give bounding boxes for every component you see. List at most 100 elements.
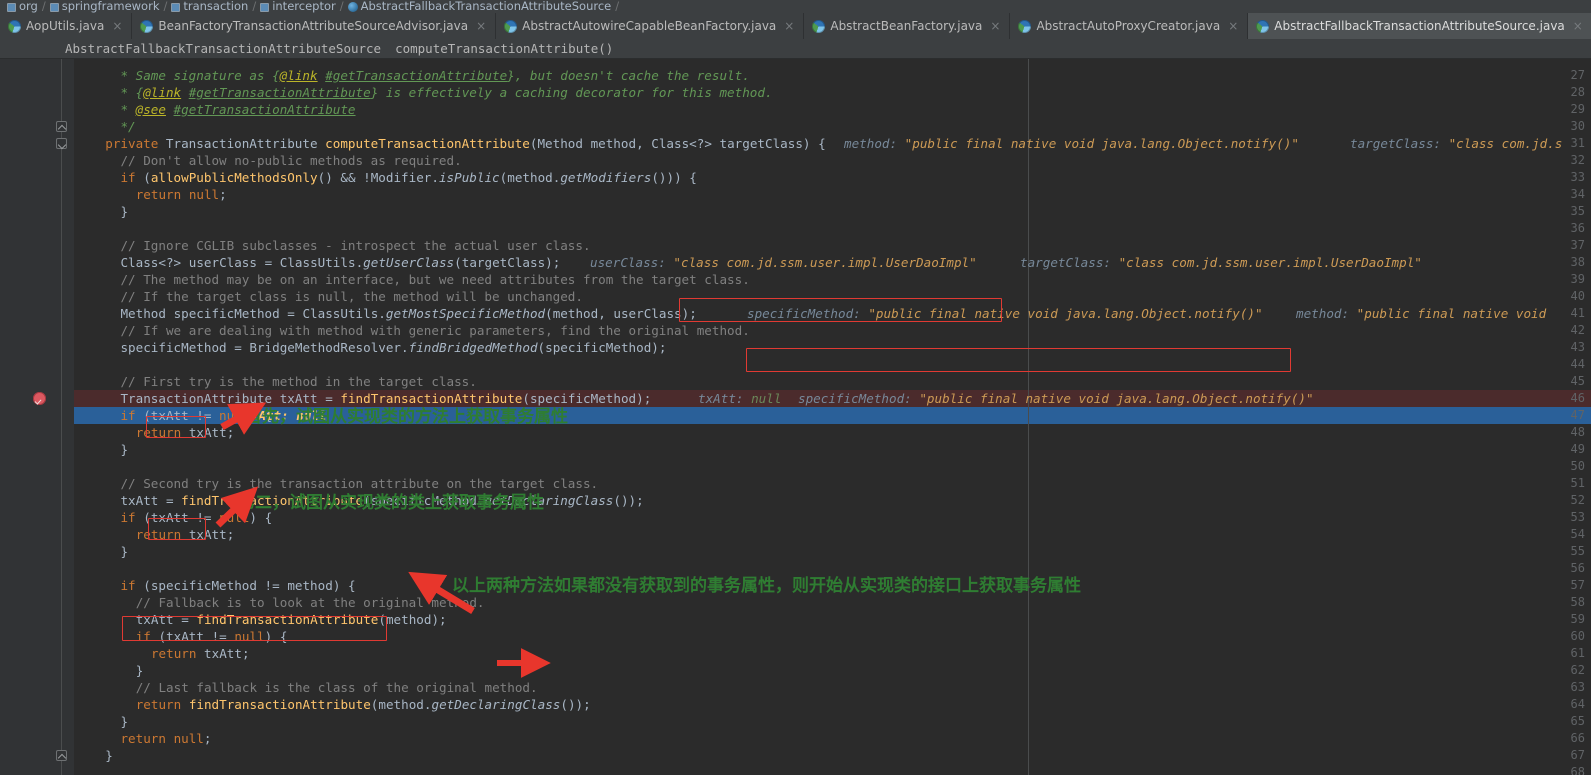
breadcrumb-item-label: transaction xyxy=(183,0,249,13)
java-class-icon xyxy=(812,19,826,33)
close-icon[interactable]: × xyxy=(112,19,122,33)
code-line-61[interactable]: return txAtt; xyxy=(151,645,250,662)
breadcrumb[interactable]: org / springframework / transaction / intercep… xyxy=(0,0,1591,13)
code-line-66[interactable]: return null; xyxy=(120,730,211,747)
code-line-45[interactable]: // First try is the method in the target… xyxy=(120,373,476,390)
debug-inlay-hint: targetClass: "class com.jd.ssm.user.impl… xyxy=(1020,255,1422,270)
code-line-57[interactable]: if (specificMethod != method) { xyxy=(120,577,355,594)
editor-tab-label: AbstractAutowireCapableBeanFactory.java xyxy=(522,19,777,33)
debug-inlay-hint: txAtt: null xyxy=(698,391,782,406)
code-line-29[interactable]: * @see #getTransactionAttribute xyxy=(113,101,355,118)
fold-up-icon[interactable] xyxy=(56,121,67,132)
sticky-structure-header: AbstractFallbackTransactionAttributeSour… xyxy=(0,39,1591,59)
java-class-icon xyxy=(140,19,154,33)
debug-inlay-hint: targetClass: "class com.jd.s xyxy=(1350,136,1563,151)
close-icon[interactable]: × xyxy=(1573,19,1583,33)
code-line-43[interactable]: specificMethod = BridgeMethodResolver.fi… xyxy=(120,339,666,356)
fold-down-icon[interactable] xyxy=(56,138,67,149)
breadcrumb-item-abstractfallbacktransactionattributesource[interactable]: AbstractFallbackTransactionAttributeSour… xyxy=(345,0,615,13)
code-line-60[interactable]: if (txAtt != null) { xyxy=(136,628,288,645)
code-line-49[interactable]: } xyxy=(120,441,128,458)
code-line-67[interactable]: } xyxy=(105,747,113,764)
code-line-33[interactable]: if (allowPublicMethodsOnly() && !Modifie… xyxy=(120,169,696,186)
code-line-34[interactable]: return null; xyxy=(136,186,227,203)
package-icon xyxy=(7,2,16,12)
code-line-54[interactable]: return txAtt; xyxy=(136,526,235,543)
code-line-48[interactable]: return txAtt; xyxy=(136,424,235,441)
breadcrumb-separator: / xyxy=(339,0,344,13)
breadcrumb-item-label: springframework xyxy=(61,0,160,13)
java-class-icon xyxy=(1256,19,1270,33)
code-line-27[interactable]: * Same signature as {@link #getTransacti… xyxy=(113,67,749,84)
java-class-icon xyxy=(8,19,21,33)
java-class-icon xyxy=(504,19,518,33)
fold-strip[interactable] xyxy=(52,59,74,775)
debug-inlay-hint: specificMethod: "public final native voi… xyxy=(798,391,1314,406)
editor-gutter[interactable] xyxy=(0,59,52,775)
editor-tab-5[interactable]: AbstractFallbackTransactionAttributeSour… xyxy=(1248,13,1591,39)
breadcrumb-item-label: AbstractFallbackTransactionAttributeSour… xyxy=(360,0,612,13)
sticky-method-name: computeTransactionAttribute() xyxy=(395,41,614,56)
code-line-62[interactable]: } xyxy=(136,662,144,679)
class-icon xyxy=(347,2,358,12)
package-icon xyxy=(49,2,59,12)
fold-up-icon[interactable] xyxy=(56,750,67,761)
code-line-38[interactable]: Class<?> userClass = ClassUtils.getUserC… xyxy=(120,254,560,271)
debug-inlay-hint: specificMethod: "public final native voi… xyxy=(747,306,1263,321)
close-icon[interactable]: × xyxy=(990,19,1000,33)
breakpoint-icon[interactable] xyxy=(33,392,46,405)
code-editor[interactable]: 27 28 29 30 31 32 33 34 35 36 37 38 39 40 41 42 43 44 45 46… xyxy=(0,59,1591,775)
sticky-class-name-text: AbstractFallbackTransactionAttributeSour… xyxy=(65,41,382,56)
breadcrumb-separator: / xyxy=(615,0,620,13)
code-line-41[interactable]: Method specificMethod = ClassUtils.getMo… xyxy=(120,305,696,322)
editor-tab-4[interactable]: AbstractAutoProxyCreator.java × xyxy=(1010,13,1249,39)
code-line-31[interactable]: private TransactionAttribute computeTran… xyxy=(105,135,825,152)
editor-tab-label: AbstractAutoProxyCreator.java xyxy=(1036,19,1221,33)
code-line-35[interactable]: } xyxy=(120,203,128,220)
editor-tab-label: AbstractFallbackTransactionAttributeSour… xyxy=(1274,19,1565,33)
close-icon[interactable]: × xyxy=(476,19,486,33)
code-line-58[interactable]: // Fallback is to look at the original m… xyxy=(136,594,485,611)
code-line-30[interactable]: */ xyxy=(113,118,135,135)
code-line-55[interactable]: } xyxy=(120,543,128,560)
package-icon xyxy=(260,2,270,12)
debug-inlay-hint: userClass: "class com.jd.ssm.user.impl.U… xyxy=(590,255,977,270)
code-line-37[interactable]: // Ignore CGLIB subclasses - introspect … xyxy=(120,237,590,254)
editor-tab-label: AopUtils.java xyxy=(26,19,105,33)
note-2: 第二，试图从实现类的类上获取事务属性 xyxy=(238,493,544,513)
editor-tab-3[interactable]: AbstractBeanFactory.java × xyxy=(804,13,1011,39)
editor-tab-0[interactable]: AopUtils.java × xyxy=(0,13,133,39)
code-line-28[interactable]: * {@link #getTransactionAttribute} is ef… xyxy=(113,84,772,101)
code-line-64[interactable]: return findTransactionAttribute(method.g… xyxy=(136,696,591,713)
code-line-39[interactable]: // The method may be on an interface, bu… xyxy=(120,271,749,288)
editor-tab-bar[interactable]: AopUtils.java × BeanFactoryTransactionAttr… xyxy=(0,13,1591,39)
note-1: 首先，试图从实现类的方法上获取事务属性 xyxy=(245,407,568,427)
code-line-65[interactable]: } xyxy=(120,713,128,730)
close-icon[interactable]: × xyxy=(1228,19,1238,33)
breadcrumb-separator: / xyxy=(41,0,46,13)
code-line-32[interactable]: // Don't allow no-public methods as requ… xyxy=(120,152,461,169)
breadcrumb-item-interceptor[interactable]: interceptor xyxy=(257,0,339,13)
code-line-42[interactable]: // If we are dealing with method with ge… xyxy=(120,322,749,339)
close-icon[interactable]: × xyxy=(784,19,794,33)
breadcrumb-item-transaction[interactable]: transaction xyxy=(168,0,251,13)
code-line-40[interactable]: // If the target class is null, the meth… xyxy=(120,288,583,305)
editor-tab-label: AbstractBeanFactory.java xyxy=(830,19,983,33)
editor-tab-label: BeanFactoryTransactionAttributeSourceAdv… xyxy=(158,19,469,33)
editor-tab-2[interactable]: AbstractAutowireCapableBeanFactory.java × xyxy=(496,13,805,39)
breadcrumb-item-label: interceptor xyxy=(272,0,336,13)
java-class-icon xyxy=(1018,19,1032,33)
breadcrumb-item-springframework[interactable]: springframework xyxy=(47,0,163,13)
code-line-63[interactable]: // Last fallback is the class of the ori… xyxy=(136,679,538,696)
debug-inlay-hint: method: "public final native void xyxy=(1296,306,1554,321)
editor-tab-1[interactable]: BeanFactoryTransactionAttributeSourceAdv… xyxy=(132,13,497,39)
package-icon xyxy=(171,2,181,12)
breadcrumb-item-org[interactable]: org xyxy=(4,0,41,13)
breadcrumb-separator: / xyxy=(252,0,257,13)
breadcrumb-item-label: org xyxy=(19,0,38,13)
fold-guide-line xyxy=(61,59,62,775)
code-line-59[interactable]: txAtt = findTransactionAttribute(method)… xyxy=(136,611,447,628)
breadcrumb-separator: / xyxy=(163,0,168,13)
debug-inlay-hint: method: "public final native void java.l… xyxy=(844,136,1299,151)
note-3: 以上两种方法如果都没有获取到的事务属性，则开始从实现类的接口上获取事务属性 xyxy=(452,576,1081,596)
